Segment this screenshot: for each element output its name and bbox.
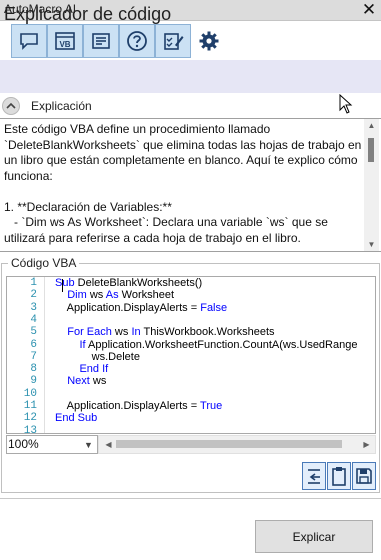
insert-code-icon [308, 469, 320, 484]
help-icon [127, 31, 147, 51]
chat-button[interactable] [11, 24, 47, 58]
close-icon[interactable]: ✕ [359, 0, 379, 20]
line-number: 11 [23, 400, 37, 412]
code-line: Application.DisplayAlerts = True [55, 400, 223, 412]
line-number: 4 [30, 313, 37, 326]
code-line: End If [79, 363, 109, 376]
code-section-label: Código VBA [8, 256, 80, 270]
code-line: Next ws [67, 375, 107, 388]
code-line: Application.DisplayAlerts = False [55, 301, 228, 314]
line-number: 7 [30, 350, 37, 363]
horizontal-scroll-thumb[interactable] [116, 440, 342, 448]
line-number: 12 [23, 412, 37, 425]
page-header [0, 60, 381, 93]
code-line: End Sub [55, 412, 98, 425]
code-line: ws.Delete [55, 350, 140, 363]
page-title: Explicador de código [4, 4, 172, 24]
edit-checklist-icon [164, 33, 184, 50]
line-number: 2 [30, 289, 37, 302]
line-number: 9 [30, 375, 37, 388]
save-button[interactable] [352, 462, 376, 490]
text-cursor [62, 279, 63, 292]
mouse-pointer-icon [339, 93, 353, 117]
code-line: If Application.WorksheetFunction.CountA(… [79, 338, 358, 351]
zoom-value: 100% [8, 437, 39, 451]
document-button[interactable] [83, 24, 119, 58]
vba-button[interactable]: VB [47, 24, 83, 58]
scroll-right-icon[interactable]: ▶ [359, 440, 374, 449]
document-icon [92, 33, 110, 49]
code-line: Sub DeleteBlankWorksheets() [55, 277, 203, 289]
divider [0, 498, 381, 499]
settings-button[interactable] [191, 24, 227, 58]
line-number: 6 [30, 338, 37, 351]
insert-code-button[interactable] [302, 462, 326, 490]
scroll-up-icon[interactable]: ▲ [364, 121, 379, 130]
line-number: 10 [23, 387, 37, 400]
line-number: 3 [30, 301, 37, 314]
code-line: Dim ws As Worksheet [67, 289, 175, 302]
chat-icon [20, 33, 38, 50]
explain-button[interactable]: Explicar [255, 520, 373, 553]
svg-text:VB: VB [59, 40, 70, 49]
scroll-thumb[interactable] [368, 138, 374, 162]
clipboard-icon [332, 467, 346, 486]
vba-icon: VB [55, 32, 75, 50]
line-number-gutter [44, 277, 45, 433]
line-number: 1 [30, 277, 37, 289]
line-number: 8 [30, 363, 37, 376]
help-button[interactable] [119, 24, 155, 58]
chevron-up-icon [6, 102, 16, 109]
scroll-left-icon[interactable]: ◀ [101, 440, 116, 449]
gear-icon [199, 31, 219, 51]
line-number: 5 [30, 326, 37, 339]
copy-button[interactable] [327, 462, 351, 490]
collapse-explanation-button[interactable] [2, 97, 20, 115]
explanation-text: Este código VBA define un procedimiento … [4, 122, 362, 245]
chevron-down-icon[interactable]: ▼ [80, 436, 97, 453]
edit-checklist-button[interactable] [155, 24, 191, 58]
explanation-label: Explicación [31, 99, 92, 113]
code-line: For Each ws In ThisWorkbook.Worksheets [67, 326, 275, 339]
save-icon [356, 468, 372, 484]
scroll-down-icon[interactable]: ▼ [364, 240, 379, 249]
